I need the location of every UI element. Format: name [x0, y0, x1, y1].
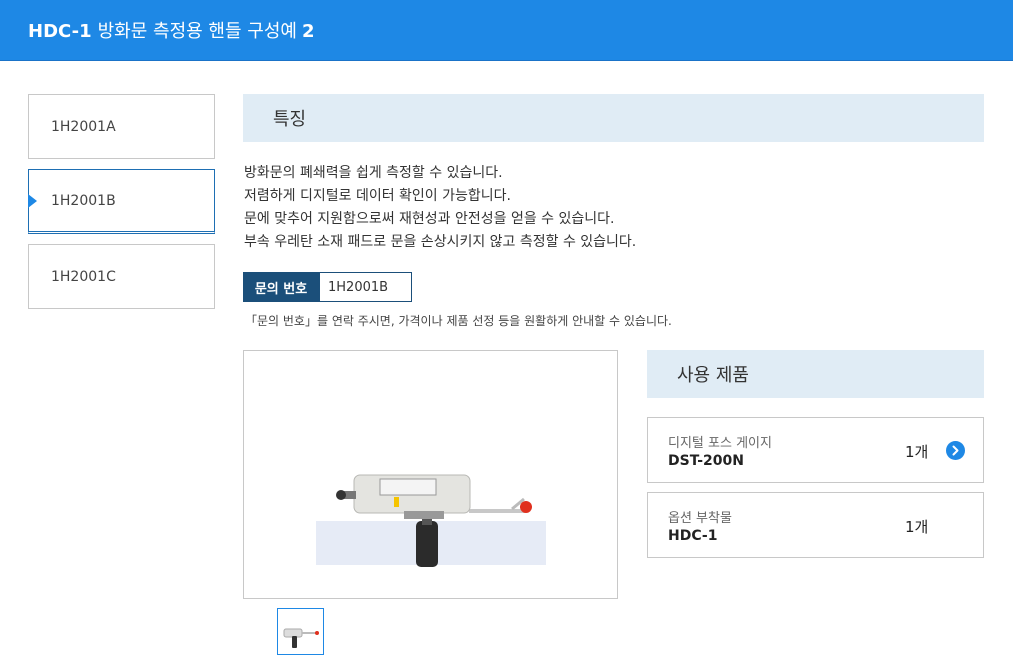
sidebar-item-label: 1H2001C — [51, 268, 116, 285]
product-quantity: 1개 — [905, 443, 929, 461]
inquiry-label: 문의 번호 — [243, 272, 319, 302]
features-list: 방화문의 폐쇄력을 쉽게 측정할 수 있습니다. 저렴하게 디지털로 데이터 확… — [244, 162, 984, 254]
product-model: HDC-1 — [668, 528, 718, 544]
product-category: 옵션 부착물 — [668, 511, 732, 526]
page-header: HDC-1 방화문 측정용 핸들 구성예 2 — [0, 0, 1013, 61]
product-image — [243, 350, 618, 599]
product-thumbnail[interactable] — [277, 608, 324, 655]
inquiry-value: 1H2001B — [319, 272, 412, 302]
feature-line: 부속 우레탄 소재 패드로 문을 손상시키지 않고 측정할 수 있습니다. — [244, 234, 637, 250]
sidebar-item-label: 1H2001A — [51, 118, 116, 135]
sidebar-item-1h2001a[interactable]: 1H2001A — [28, 94, 215, 159]
products-heading-text: 사용 제품 — [677, 365, 749, 386]
sidebar-item-label: 1H2001B — [51, 192, 116, 209]
chevron-right-glyph — [952, 445, 959, 456]
sidebar-item-1h2001b[interactable]: 1H2001B — [28, 169, 215, 234]
chevron-right-circle-icon[interactable] — [946, 441, 965, 460]
inquiry-note: 「문의 번호」를 연락 주시면, 가격이나 제품 선정 등을 원활하게 안내할 … — [245, 314, 672, 328]
product-card-dst-200n[interactable]: 디지털 포스 게이지 DST-200N 1개 — [647, 417, 984, 483]
product-model: DST-200N — [668, 453, 744, 469]
page-title-number: 2 — [301, 21, 315, 42]
feature-line: 저렴하게 디지털로 데이터 확인이 가능합니다. — [244, 188, 511, 204]
product-quantity: 1개 — [905, 518, 929, 536]
products-heading: 사용 제품 — [647, 350, 984, 398]
page-title-code: HDC-1 — [28, 21, 92, 42]
features-heading: 특징 — [243, 94, 984, 142]
features-heading-text: 특징 — [273, 109, 307, 130]
feature-line: 문에 맞추어 지원함으로써 재현성과 안전성을 얻을 수 있습니다. — [244, 211, 615, 227]
page-title: HDC-1 방화문 측정용 핸들 구성예 2 — [28, 17, 314, 43]
product-card-hdc-1: 옵션 부착물 HDC-1 1개 — [647, 492, 984, 558]
thumbnail-photo — [283, 628, 319, 648]
inquiry-number: 문의 번호 1H2001B — [243, 272, 412, 302]
product-photo — [316, 474, 546, 567]
product-category: 디지털 포스 게이지 — [668, 436, 772, 451]
page-title-text: 방화문 측정용 핸들 구성예 — [97, 21, 297, 42]
sidebar-item-1h2001c[interactable]: 1H2001C — [28, 244, 215, 309]
feature-line: 방화문의 폐쇄력을 쉽게 측정할 수 있습니다. — [244, 165, 503, 181]
